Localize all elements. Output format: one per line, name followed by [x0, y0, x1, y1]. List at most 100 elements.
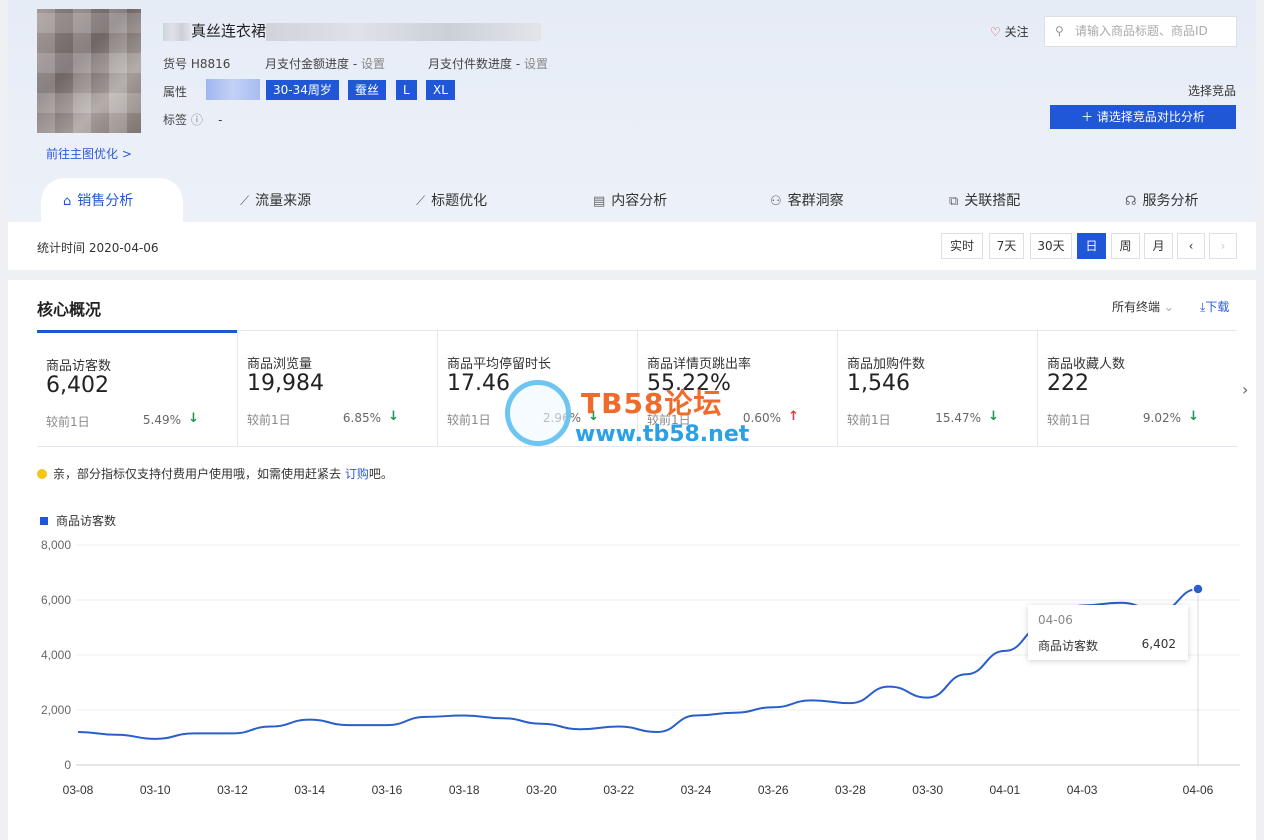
tab-related-match[interactable]: ⧉关联搭配 [949, 178, 1020, 222]
chart-tooltip: 04-06 商品访客数 6,402 [1028, 605, 1188, 660]
x-tick-label: 03-22 [603, 783, 634, 797]
metric-label: 商品浏览量 [247, 353, 312, 372]
y-tick-label: 0 [64, 758, 71, 772]
tab-traffic-source[interactable]: ⟋流量来源 [240, 178, 311, 222]
y-tick-label: 2,000 [41, 703, 71, 717]
arrow-up-icon: ↑ [788, 409, 799, 424]
choose-competitor-label: 选择竞品 [1188, 82, 1236, 99]
tab-title-optimize[interactable]: ⟋标题优化 [416, 178, 487, 222]
metric-value: 1,546 [847, 371, 910, 396]
info-dot-icon [37, 469, 47, 479]
set-pay-amount-link[interactable]: 设置 [361, 57, 385, 71]
chart-legend[interactable]: 商品访客数 [40, 512, 116, 529]
metric-card[interactable]: 商品收藏人数222较前1日9.02%↓ [1037, 331, 1237, 447]
x-tick-label: 03-08 [63, 783, 94, 797]
chevron-down-icon: ⌄ [1164, 300, 1174, 314]
legend-swatch [40, 517, 48, 525]
line-chart-icon: ⟋ [416, 179, 425, 225]
pay-count-progress: 月支付件数进度 - 设置 [428, 55, 548, 72]
period-realtime[interactable]: 实时 [941, 233, 983, 259]
notice: 亲，部分指标仅支持付费用户使用哦，如需使用赶紧去 订购吧。 [37, 465, 393, 482]
compare-button[interactable]: ＋ 请选择竞品对比分析 [1050, 105, 1236, 129]
metric-value: 222 [1047, 371, 1089, 396]
users-icon: ⚇ [770, 179, 782, 225]
link-icon: ⧉ [949, 179, 958, 225]
search-input[interactable]: ⚲请输入商品标题、商品ID [1044, 16, 1237, 47]
y-tick-label: 6,000 [41, 593, 71, 607]
metric-label: 商品详情页跳出率 [647, 353, 751, 372]
next-date-button[interactable]: › [1209, 233, 1237, 259]
attr-tag: 30-34周岁 [266, 80, 339, 100]
title-blur [266, 23, 541, 41]
section-title: 核心概况 [37, 296, 101, 320]
tab-audience-insight[interactable]: ⚇客群洞察 [770, 178, 844, 222]
x-tick-label: 03-12 [217, 783, 248, 797]
period-30d[interactable]: 30天 [1030, 233, 1072, 259]
metric-value: 55.22% [647, 371, 731, 396]
tab-service-analysis[interactable]: ☊服务分析 [1125, 178, 1199, 222]
x-tick-label: 03-24 [681, 783, 712, 797]
y-tick-label: 4,000 [41, 648, 71, 662]
metric-compare-label: 较前1日 [46, 413, 90, 430]
search-icon: ⚲ [1055, 17, 1064, 46]
arrow-down-icon: ↓ [1188, 409, 1199, 424]
period-month[interactable]: 月 [1144, 233, 1173, 259]
document-icon: ▤ [593, 179, 605, 225]
x-tick-label: 03-30 [912, 783, 943, 797]
metric-compare-label: 较前1日 [1047, 411, 1091, 428]
metric-label: 商品加购件数 [847, 353, 925, 372]
metric-card[interactable]: 商品平均停留时长17.46较前1日2.96%↓ [437, 331, 637, 447]
tooltip-series-name: 商品访客数 [1038, 637, 1098, 654]
subscribe-link[interactable]: 订购 [345, 467, 369, 481]
set-pay-count-link[interactable]: 设置 [524, 57, 548, 71]
x-tick-label: 03-14 [294, 783, 325, 797]
product-title: 真丝连衣裙 [163, 20, 541, 41]
period-day[interactable]: 日 [1077, 233, 1106, 259]
metric-label: 商品收藏人数 [1047, 353, 1125, 372]
arrow-down-icon: ↓ [388, 409, 399, 424]
tab-content-analysis[interactable]: ▤内容分析 [593, 178, 667, 222]
metric-compare-label: 较前1日 [847, 411, 891, 428]
date-bar: 统计时间 2020-04-06 实时 7天 30天 日 周 月 ‹ › [8, 222, 1256, 270]
y-tick-label: 8,000 [41, 538, 71, 552]
period-7d[interactable]: 7天 [989, 233, 1024, 259]
x-tick-label: 03-18 [449, 783, 480, 797]
x-tick-label: 04-01 [990, 783, 1021, 797]
follow-button[interactable]: ♡ 关注 [990, 23, 1029, 40]
metric-row: 商品访客数6,402较前1日5.49%↓商品浏览量19,984较前1日6.85%… [37, 330, 1237, 447]
x-tick-label: 04-06 [1183, 783, 1214, 797]
x-tick-label: 03-28 [835, 783, 866, 797]
bag-icon: ⌂ [63, 179, 71, 225]
x-tick-label: 03-20 [526, 783, 557, 797]
tab-sales-analysis[interactable]: ⌂销售分析 [41, 178, 183, 222]
x-tick-label: 03-10 [140, 783, 171, 797]
metric-change: 2.96% [543, 411, 581, 425]
arrow-down-icon: ↓ [188, 411, 199, 426]
metric-change: 6.85% [343, 411, 381, 425]
main-image-optimize-link[interactable]: 前往主图优化 > [46, 145, 132, 162]
stat-time: 统计时间 2020-04-06 [37, 239, 159, 256]
period-week[interactable]: 周 [1111, 233, 1140, 259]
attr-tag: L [396, 80, 417, 100]
heart-icon: ♡ [990, 25, 1001, 39]
attr-tag: 蚕丝 [348, 80, 386, 100]
product-thumbnail[interactable] [37, 9, 141, 133]
data-point[interactable] [1193, 584, 1203, 594]
metric-card[interactable]: 商品详情页跳出率55.22%较前1日0.60%↑ [637, 331, 837, 447]
tooltip-value: 6,402 [1142, 637, 1176, 651]
metric-change: 5.49% [143, 413, 181, 427]
plus-icon: ＋ [1081, 110, 1093, 124]
core-overview-card: 核心概况 所有终端 ⌄ ⤓下载 商品访客数 6,402 较前1日 5.49% ↓ 商品浏览… [8, 280, 1256, 840]
chevron-right-icon[interactable]: › [1242, 380, 1248, 399]
attr-blur [206, 79, 260, 100]
download-button[interactable]: ⤓下载 [1200, 298, 1229, 315]
tags-row: 标签 ⓘ - [163, 111, 222, 128]
prev-date-button[interactable]: ‹ [1177, 233, 1205, 259]
terminal-select[interactable]: 所有终端 ⌄ [1112, 298, 1174, 315]
metric-card[interactable]: 商品访客数6,402较前1日5.49%↓ [37, 330, 237, 446]
arrow-down-icon: ↓ [988, 409, 999, 424]
metric-card[interactable]: 商品加购件数1,546较前1日15.47%↓ [837, 331, 1037, 447]
metric-card[interactable]: 商品浏览量19,984较前1日6.85%↓ [237, 331, 437, 447]
headset-icon: ☊ [1125, 179, 1137, 225]
metric-value: 17.46 [447, 371, 510, 396]
